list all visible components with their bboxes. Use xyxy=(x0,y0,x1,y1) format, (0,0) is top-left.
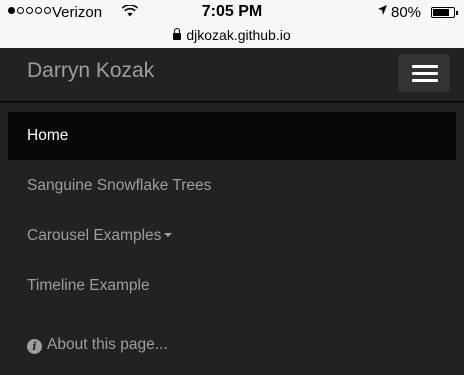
hamburger-menu-icon xyxy=(412,65,438,68)
navbar-brand[interactable]: Darryn Kozak xyxy=(27,59,154,83)
lock-icon xyxy=(173,28,182,40)
url-text: djkozak.github.io xyxy=(186,27,291,43)
battery-icon xyxy=(431,7,458,18)
nav-item-timeline-example[interactable]: Timeline Example xyxy=(8,262,456,310)
ios-status-bar: Verizon 7:05 PM 80% djkozak.github.io xyxy=(0,0,464,48)
nav-item-label: Sanguine Snowflake Trees xyxy=(27,177,212,194)
nav-item-label: Carousel Examples xyxy=(27,227,162,244)
nav-item-label: Home xyxy=(27,127,69,144)
nav-item-label: About this page... xyxy=(47,336,168,353)
nav-item-label: Timeline Example xyxy=(27,277,150,294)
caret-down-icon xyxy=(164,233,173,237)
nav-menu: Home Sanguine Snowflake Trees Carousel E… xyxy=(0,102,464,375)
address-bar[interactable]: djkozak.github.io xyxy=(0,27,464,43)
battery-percent: 80% xyxy=(391,4,422,21)
nav-item-carousel-examples[interactable]: Carousel Examples xyxy=(8,212,456,260)
navbar: Darryn Kozak xyxy=(0,48,464,102)
nav-item-home[interactable]: Home xyxy=(8,112,456,160)
location-arrow-icon xyxy=(377,3,388,20)
navbar-toggle-button[interactable] xyxy=(398,54,450,92)
nav-item-about[interactable]: i About this page... xyxy=(8,321,456,369)
nav-item-sanguine-snowflake-trees[interactable]: Sanguine Snowflake Trees xyxy=(8,162,456,210)
info-circle-icon: i xyxy=(27,339,42,354)
